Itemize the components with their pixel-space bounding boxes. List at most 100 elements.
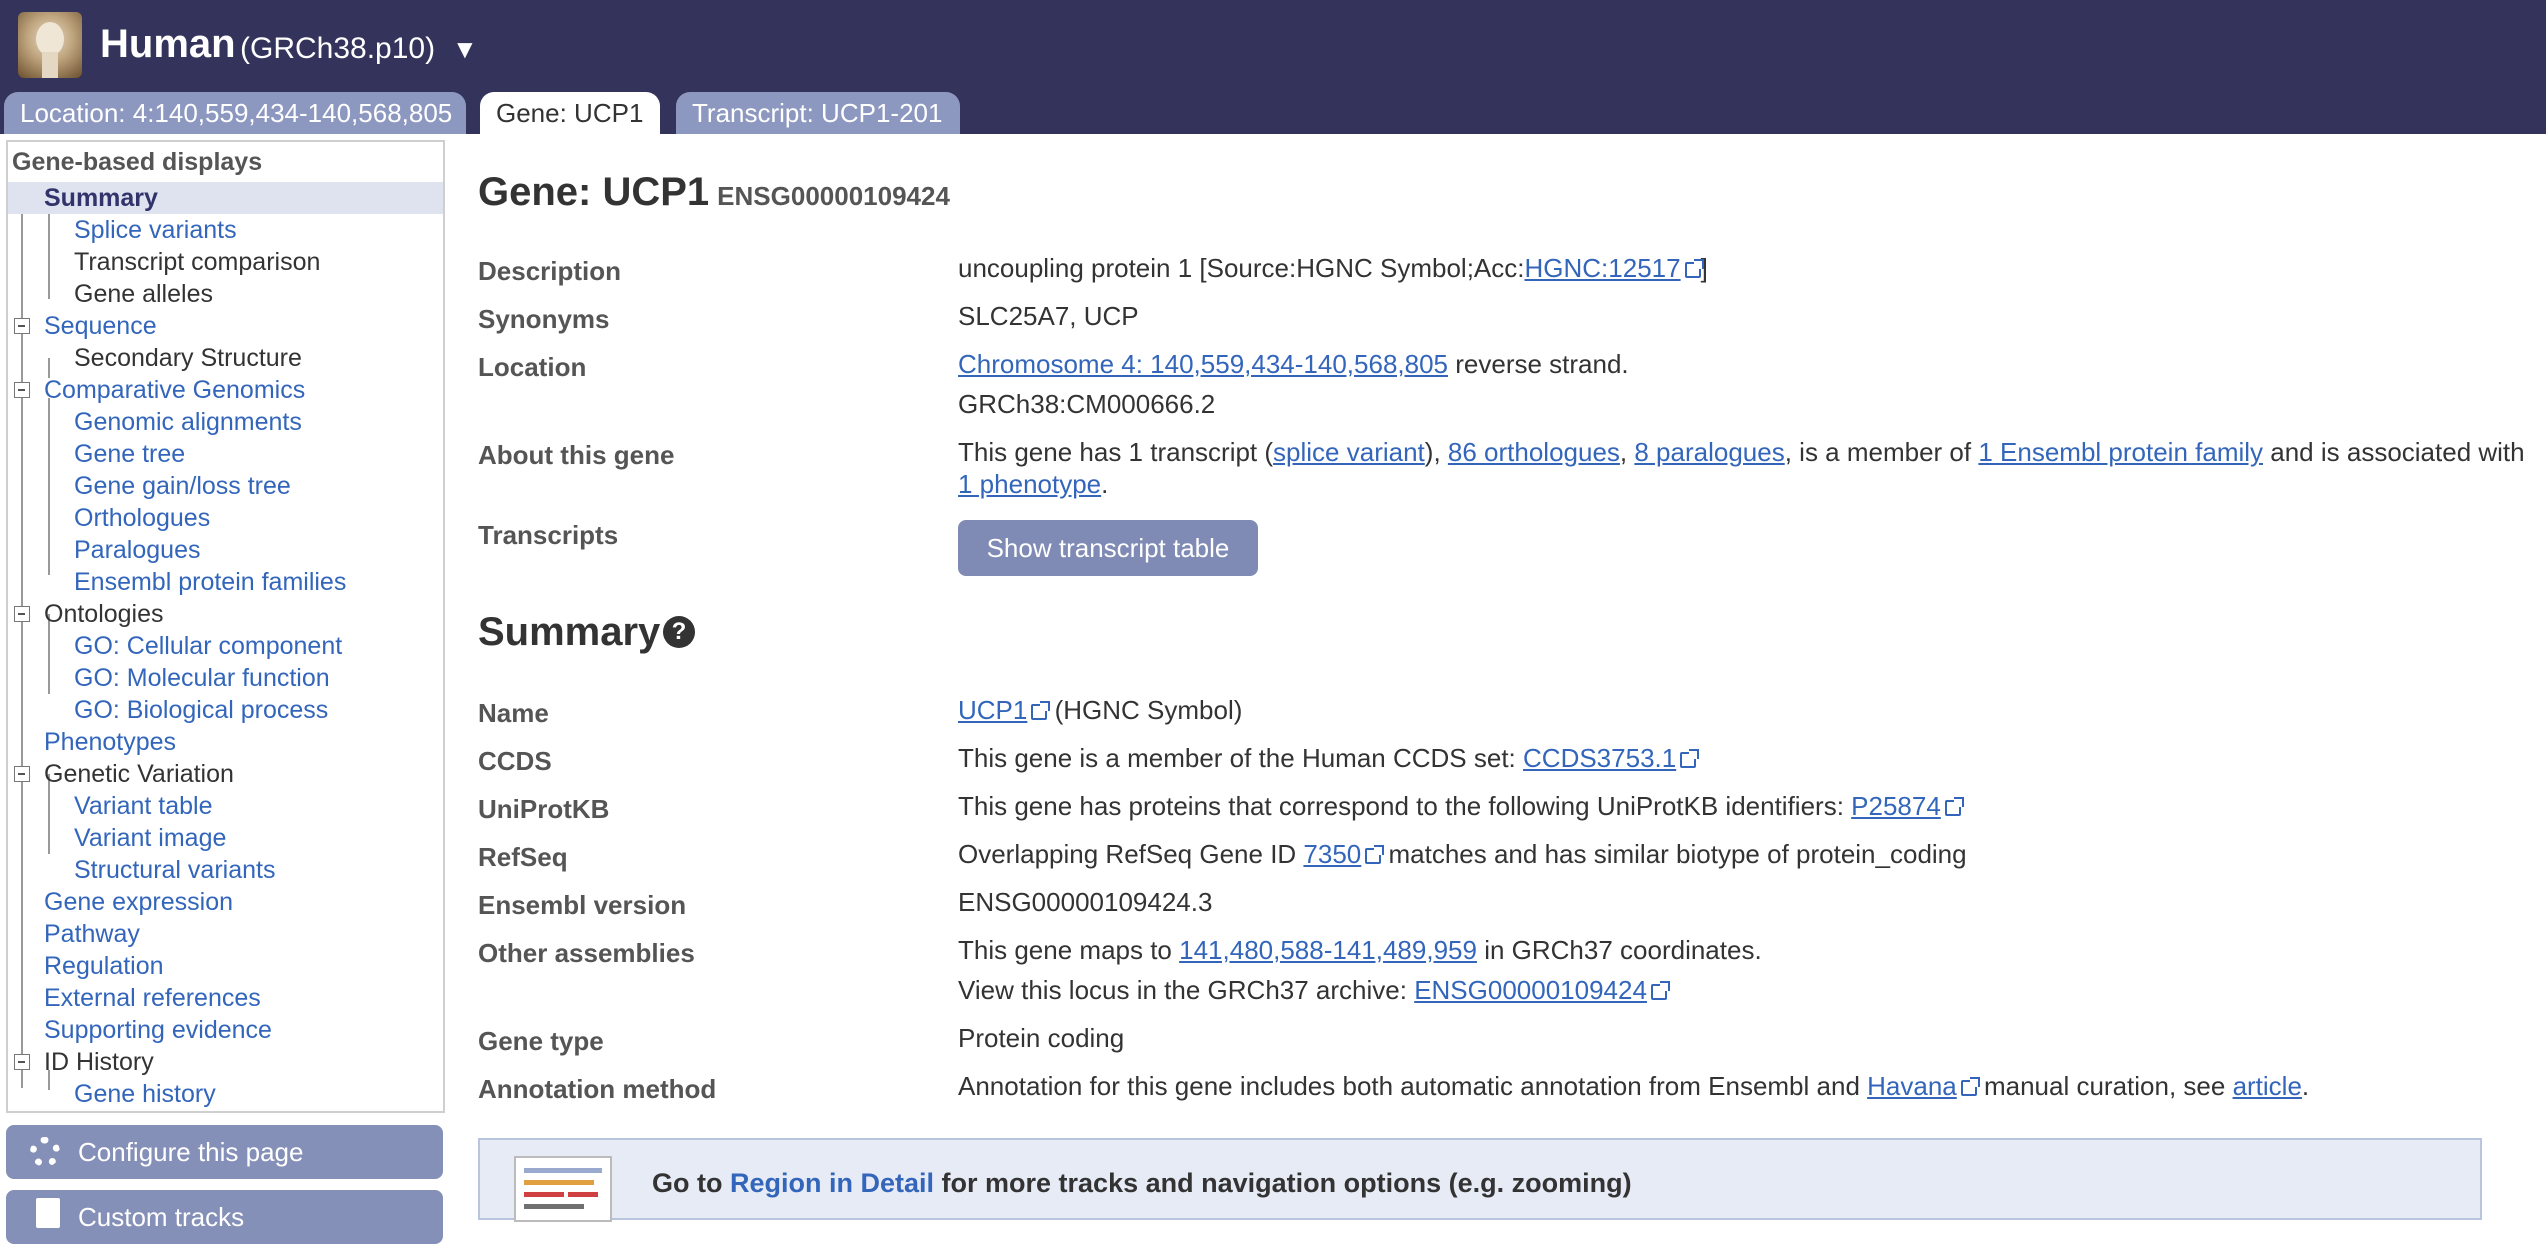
sidebar-item-variant-table[interactable]: Variant table: [74, 790, 213, 822]
summary-heading: Summary: [478, 610, 661, 654]
refseq-label: RefSeq: [478, 842, 568, 872]
ensembl-version-value: ENSG00000109424.3: [958, 887, 1213, 917]
hgnc-link[interactable]: HGNC:12517: [1525, 253, 1681, 283]
external-link-icon: [1944, 797, 1964, 816]
sidebar-item-comparative-genomics[interactable]: Comparative Genomics: [44, 374, 305, 406]
configure-page-button[interactable]: Configure this page: [6, 1125, 443, 1179]
about-value: This gene has 1 transcript (splice varia…: [958, 436, 2528, 500]
orthologues-link[interactable]: 86 orthologues: [1448, 437, 1620, 467]
nav-heading: Gene-based displays: [12, 148, 263, 176]
refseq-link[interactable]: 7350: [1303, 839, 1361, 869]
splice-variant-link[interactable]: splice variant: [1273, 437, 1425, 467]
sidebar-item-id-history[interactable]: ID History: [44, 1046, 154, 1078]
tree-line: [48, 398, 50, 575]
location-assembly: GRCh38:CM000666.2: [958, 389, 1216, 419]
external-link-icon: [1684, 259, 1704, 278]
sidebar-item-genetic-variation[interactable]: Genetic Variation: [44, 758, 234, 790]
sidebar-item-regulation[interactable]: Regulation: [44, 950, 164, 982]
grch37-archive-value: View this locus in the GRCh37 archive: E…: [958, 974, 1670, 1006]
collapse-sequence-icon[interactable]: [14, 318, 30, 334]
collapse-genetic-variation-icon[interactable]: [14, 766, 30, 782]
sidebar-item-sequence[interactable]: Sequence: [44, 310, 157, 342]
collapse-ontologies-icon[interactable]: [14, 606, 30, 622]
grch37-coordinates-link[interactable]: 141,480,588-141,489,959: [1179, 935, 1477, 965]
sidebar-item-structural-variants[interactable]: Structural variants: [74, 854, 275, 886]
external-link-icon: [1650, 981, 1670, 1000]
sidebar-item-go-biological[interactable]: GO: Biological process: [74, 694, 328, 726]
tab-location[interactable]: Location: 4:140,559,434-140,568,805: [4, 92, 466, 134]
gene-stable-id: ENSG00000109424: [717, 181, 950, 211]
about-text: .: [1101, 469, 1109, 499]
gear-icon: [30, 1137, 60, 1167]
sidebar-item-gene-tree[interactable]: Gene tree: [74, 438, 185, 470]
sidebar-item-go-cellular[interactable]: GO: Cellular component: [74, 630, 342, 662]
phenotype-link[interactable]: 1 phenotype: [958, 469, 1101, 499]
location-value: Chromosome 4: 140,559,434-140,568,805 re…: [958, 348, 1629, 380]
region-in-detail-link[interactable]: Region in Detail: [730, 1168, 934, 1198]
assembly-name: (GRCh38.p10): [240, 32, 436, 65]
protein-family-link[interactable]: 1 Ensembl protein family: [1978, 437, 2263, 467]
tab-transcript[interactable]: Transcript: UCP1-201: [676, 92, 960, 134]
sidebar-item-gene-alleles[interactable]: Gene alleles: [74, 278, 213, 310]
sidebar-item-orthologues[interactable]: Orthologues: [74, 502, 210, 534]
sidebar-item-gene-expression[interactable]: Gene expression: [44, 886, 233, 918]
uniprot-link[interactable]: P25874: [1851, 791, 1941, 821]
help-icon[interactable]: ?: [663, 616, 695, 648]
ensembl-version-label: Ensembl version: [478, 890, 687, 920]
gene-based-displays-nav: Gene-based displays Summary Splice varia…: [6, 140, 445, 1113]
sidebar-item-protein-families[interactable]: Ensembl protein families: [74, 566, 346, 598]
show-transcript-table-button[interactable]: Show transcript table: [958, 520, 1258, 576]
sidebar-item-splice-variants[interactable]: Splice variants: [74, 214, 237, 246]
annotation-text: Annotation for this gene includes both a…: [958, 1071, 1868, 1101]
sidebar-item-supporting-evidence[interactable]: Supporting evidence: [44, 1014, 272, 1046]
paralogues-link[interactable]: 8 paralogues: [1634, 437, 1784, 467]
collapse-comparative-genomics-icon[interactable]: [14, 382, 30, 398]
collapse-id-history-icon[interactable]: [14, 1054, 30, 1070]
region-in-detail-text: Go to Region in Detail for more tracks a…: [652, 1168, 1632, 1199]
annotation-text: manual curation, see: [1976, 1071, 2233, 1101]
custom-tracks-button[interactable]: Custom tracks: [6, 1190, 443, 1244]
configure-page-label: Configure this page: [78, 1137, 304, 1167]
sidebar-item-phenotypes[interactable]: Phenotypes: [44, 726, 176, 758]
chromosome-location-link[interactable]: Chromosome 4: 140,559,434-140,568,805: [958, 349, 1448, 379]
species-name[interactable]: Human: [100, 22, 236, 67]
sidebar-item-transcript-comparison[interactable]: Transcript comparison: [74, 246, 320, 278]
sidebar-item-pathway[interactable]: Pathway: [44, 918, 140, 950]
havana-link[interactable]: Havana: [1867, 1071, 1957, 1101]
name-value: UCP1 (HGNC Symbol): [958, 694, 1242, 726]
sidebar-item-go-molecular[interactable]: GO: Molecular function: [74, 662, 330, 694]
other-text: in GRCh37 coordinates.: [1476, 935, 1762, 965]
gene-type-label: Gene type: [478, 1026, 604, 1056]
grch37-archive-link[interactable]: ENSG00000109424: [1414, 975, 1647, 1005]
external-link-icon: [1960, 1077, 1980, 1096]
species-dropdown-icon[interactable]: ▼: [452, 34, 478, 65]
main-content: Gene: UCP1 ENSG00000109424 Description un…: [478, 140, 2538, 1222]
sidebar-item-gene-history[interactable]: Gene history: [74, 1078, 216, 1110]
sidebar-item-secondary-structure[interactable]: Secondary Structure: [74, 342, 302, 374]
refseq-text: Overlapping RefSeq Gene ID: [958, 839, 1304, 869]
custom-tracks-icon: [36, 1198, 60, 1228]
sidebar-item-external-references[interactable]: External references: [44, 982, 261, 1014]
sidebar-item-ontologies[interactable]: Ontologies: [44, 598, 164, 630]
region-in-detail-thumbnail[interactable]: [514, 1156, 612, 1222]
synonyms-value: SLC25A7, UCP: [958, 301, 1139, 331]
sidebar-item-paralogues[interactable]: Paralogues: [74, 534, 200, 566]
other-assemblies-value: This gene maps to 141,480,588-141,489,95…: [958, 934, 1762, 966]
masthead: Human (GRCh38.p10) ▼ Location: 4:140,559…: [0, 0, 2546, 134]
ucp1-hgnc-link[interactable]: UCP1: [958, 695, 1027, 725]
region-text-suffix: for more tracks and navigation options (…: [934, 1168, 1632, 1198]
sidebar-item-gene-gain-loss-tree[interactable]: Gene gain/loss tree: [74, 470, 291, 502]
ccds-link[interactable]: CCDS3753.1: [1523, 743, 1676, 773]
synonyms-label: Synonyms: [478, 304, 610, 334]
about-label: About this gene: [478, 440, 675, 470]
ccds-value: This gene is a member of the Human CCDS …: [958, 742, 1700, 774]
sidebar-item-genomic-alignments[interactable]: Genomic alignments: [74, 406, 302, 438]
refseq-text: matches and has similar biotype of prote…: [1381, 839, 1967, 869]
annotation-method-value: Annotation for this gene includes both a…: [958, 1070, 2309, 1102]
human-species-icon[interactable]: [18, 12, 82, 78]
gene-type-value: Protein coding: [958, 1023, 1125, 1053]
sidebar-item-summary[interactable]: Summary: [8, 182, 443, 214]
tab-gene[interactable]: Gene: UCP1: [480, 92, 660, 134]
article-link[interactable]: article: [2233, 1071, 2302, 1101]
sidebar-item-variant-image[interactable]: Variant image: [74, 822, 226, 854]
